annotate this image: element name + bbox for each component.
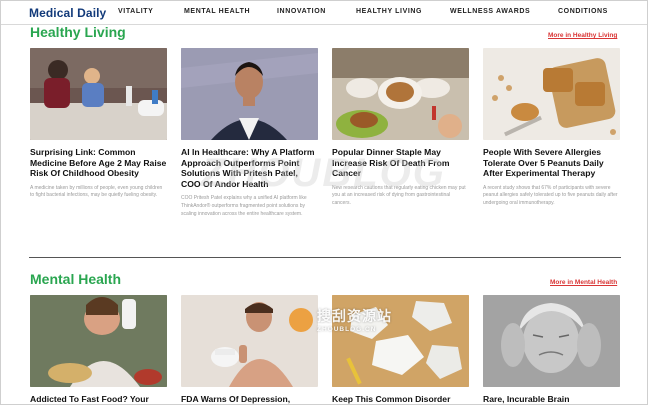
section-title-mental-health[interactable]: Mental Health	[30, 271, 121, 287]
article-summary: A recent study shows that 67% of partici…	[483, 184, 618, 206]
nav-item-mental-health[interactable]: MENTAL HEALTH	[184, 8, 250, 15]
section-title-healthy-living[interactable]: Healthy Living	[30, 24, 126, 40]
article-card[interactable]: AI In Healthcare: Why A Platform Approac…	[181, 48, 318, 218]
article-thumbnail-pritesh-patel[interactable]	[181, 48, 318, 140]
article-headline[interactable]: Addicted To Fast Food? Your	[30, 394, 167, 404]
article-headline[interactable]: FDA Warns Of Depression,	[181, 394, 318, 404]
nav-item-innovation[interactable]: INNOVATION	[277, 8, 326, 15]
article-card[interactable]: Popular Dinner Staple May Increase Risk …	[332, 48, 469, 208]
article-summary: A medicine taken by millions of people, …	[30, 184, 163, 199]
article-summary: COO Pritesh Patel explains why a unified…	[181, 195, 307, 217]
nav-item-wellness-awards[interactable]: WELLNESS AWARDS	[450, 8, 530, 15]
article-card[interactable]: People With Severe Allergies Tolerate Ov…	[483, 48, 620, 208]
article-card[interactable]: Keep This Common Disorder	[332, 295, 469, 404]
article-thumbnail-peanut-butter[interactable]	[483, 48, 620, 140]
nav-item-vitality[interactable]: VITALITY	[118, 8, 153, 15]
site-logo[interactable]: Medical Daily	[29, 6, 106, 20]
article-thumbnail-fda-warning[interactable]	[181, 295, 318, 387]
article-headline[interactable]: Keep This Common Disorder	[332, 394, 469, 404]
article-headline[interactable]: Rare, Incurable Brain	[483, 394, 620, 404]
nav-item-healthy-living[interactable]: HEALTHY LIVING	[356, 8, 422, 15]
article-summary: New research cautions that regularly eat…	[332, 184, 466, 206]
more-healthy-living-link[interactable]: More in Healthy Living	[548, 32, 617, 39]
article-thumbnail-elderly-woman[interactable]	[483, 295, 620, 387]
article-card[interactable]: Surprising Link: Common Medicine Before …	[30, 48, 167, 200]
article-card[interactable]: Addicted To Fast Food? Your	[30, 295, 167, 404]
article-card[interactable]: FDA Warns Of Depression,	[181, 295, 318, 404]
nav-item-conditions[interactable]: CONDITIONS	[558, 8, 608, 15]
article-thumbnail-crumpled-paper[interactable]	[332, 295, 469, 387]
article-headline[interactable]: Surprising Link: Common Medicine Before …	[30, 147, 167, 179]
top-navigation: Medical Daily VITALITY MENTAL HEALTH INN…	[1, 1, 647, 25]
more-mental-health-link[interactable]: More in Mental Health	[550, 279, 617, 286]
page-frame: Medical Daily VITALITY MENTAL HEALTH INN…	[0, 0, 648, 405]
article-card[interactable]: Rare, Incurable Brain	[483, 295, 620, 404]
article-thumbnail-children-medicine[interactable]	[30, 48, 167, 140]
article-headline[interactable]: People With Severe Allergies Tolerate Ov…	[483, 147, 620, 179]
section-divider	[29, 257, 621, 258]
article-thumbnail-fast-food[interactable]	[30, 295, 167, 387]
article-thumbnail-chicken-dinner[interactable]	[332, 48, 469, 140]
article-headline[interactable]: AI In Healthcare: Why A Platform Approac…	[181, 147, 318, 189]
article-headline[interactable]: Popular Dinner Staple May Increase Risk …	[332, 147, 469, 179]
